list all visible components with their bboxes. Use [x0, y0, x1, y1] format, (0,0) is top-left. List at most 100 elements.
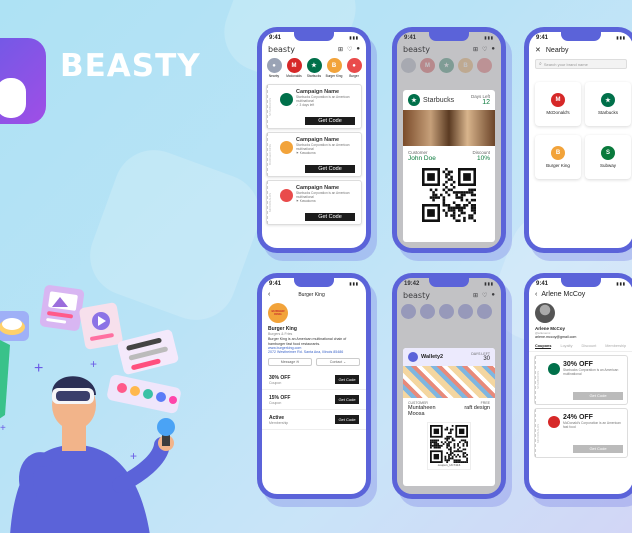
- status-time: 9:41: [269, 35, 282, 41]
- campaign-side-label: BURGER KING: [267, 133, 277, 176]
- phone-home: 9:41 ▮▮▮ beasty ⊞ ♡ ● ● Nearby M Mcdonalds ★ Sta…: [257, 27, 371, 253]
- coffee-image: [403, 110, 495, 146]
- svg-text:+: +: [0, 423, 6, 434]
- video-card-icon: [79, 302, 123, 350]
- brand-label: Mcdonalds: [286, 74, 302, 78]
- brand-logo-icon: ★: [306, 58, 322, 73]
- days-value: 12: [482, 99, 490, 106]
- brand-label: Starbucks: [306, 74, 322, 78]
- back-icon[interactable]: ‹: [268, 291, 270, 298]
- profile-tab[interactable]: Discount: [581, 344, 596, 349]
- phone-coupon-starbucks: 9:41 ▮▮▮ beasty ⊞ ♡ ● M ★ B ★ Starbucks Days L…: [392, 27, 506, 253]
- qr-code: [422, 168, 476, 222]
- qr-code: [430, 425, 468, 463]
- close-icon[interactable]: ✕: [535, 46, 541, 54]
- brand-logo: [0, 38, 46, 124]
- brand-item[interactable]: ★ Starbucks: [306, 58, 322, 78]
- campaign-side-label: STARBUCKS: [267, 85, 277, 128]
- brand-item[interactable]: ● Nearby: [266, 58, 282, 78]
- wallet-title: Wallety2: [421, 354, 444, 360]
- profile-tabs: Coupons Loyalty Discount Membership: [529, 339, 632, 352]
- profile-tab[interactable]: Coupons: [535, 344, 552, 349]
- get-code-button[interactable]: Get Code: [305, 165, 355, 173]
- tile-label: McDonald's: [546, 110, 570, 115]
- svg-text:+: +: [90, 357, 97, 371]
- brand-item[interactable]: B Burger King: [326, 58, 342, 78]
- search-icon: ⌕: [539, 61, 542, 67]
- heart-icon[interactable]: ♡: [347, 46, 352, 53]
- coupon-card[interactable]: MCDONALDS 24% OFF McDonald's Corporation i…: [534, 408, 628, 458]
- brand-logo-icon: B: [551, 146, 565, 160]
- cloud-card-icon: [0, 311, 29, 341]
- status-time: 9:41: [536, 281, 549, 287]
- campaign-logo-icon: [280, 189, 293, 202]
- nearby-brand-tile[interactable]: M McDonald's: [535, 82, 581, 126]
- page-title: Burger King: [298, 291, 325, 298]
- campaign-logo-icon: [280, 93, 293, 106]
- tile-label: Subway: [599, 163, 616, 168]
- coupon-side-label: MCDONALDS: [535, 409, 545, 457]
- coupon-logo-icon: [548, 416, 560, 428]
- field-value: raft design: [464, 405, 490, 411]
- get-code-button[interactable]: Get Code: [335, 375, 359, 384]
- tile-label: Burger King: [546, 163, 570, 168]
- offer-row: 30% OFF Coupon Get Code: [262, 370, 366, 390]
- get-code-button[interactable]: Get Code: [305, 117, 355, 125]
- campaign-card[interactable]: STARBUCKS Campaign Name Starbucks Corporat…: [266, 84, 362, 129]
- nearby-brand-tile[interactable]: ★ Starbucks: [585, 82, 631, 126]
- phone-wallet: 19:42 ▮▮▮ beasty ⊞ ♡ ● Wallety2 DAYS LEFT 30…: [392, 273, 506, 499]
- offer-title: 30% OFF: [269, 374, 291, 381]
- nearby-brand-tile[interactable]: S Subway: [585, 135, 631, 179]
- campaign-meta: ⚑ Kawakuma: [296, 151, 316, 155]
- coupon-card[interactable]: STARBUCKS 30% OFF Starbucks Corporation is…: [534, 355, 628, 405]
- get-code-button[interactable]: Get Code: [573, 392, 623, 400]
- search-placeholder: Search your brand name: [543, 61, 588, 67]
- brand-label: Nearby: [268, 74, 280, 78]
- brand-logo-icon: B: [326, 58, 342, 73]
- page-title: Nearby: [545, 46, 569, 54]
- offer-row: Active Membership Get Code: [262, 410, 366, 430]
- campaign-card[interactable]: BURGER KING Campaign Name Starbucks Corpor…: [266, 132, 362, 177]
- app-title: beasty: [268, 44, 295, 54]
- brand-label: Burger King: [325, 74, 343, 78]
- campaign-side-label: MCDONALDS: [267, 181, 277, 224]
- phone-profile: 9:41 ▮▮▮ ‹ Arlene McCoy Arlene McCoy @arl…: [524, 273, 632, 499]
- avatar: [535, 303, 555, 323]
- coupon-logo-icon: [548, 363, 560, 375]
- offer-sub: Coupon: [269, 400, 282, 405]
- back-icon[interactable]: ‹: [535, 291, 537, 298]
- brand-logo-icon: S: [601, 146, 615, 160]
- list-card-icon: [117, 329, 179, 375]
- brand-item[interactable]: ● Burger: [346, 58, 362, 78]
- status-time: 9:41: [536, 35, 549, 41]
- dots-card-icon: [107, 374, 181, 414]
- get-code-button[interactable]: Get Code: [335, 415, 359, 424]
- brand-item[interactable]: M Mcdonalds: [286, 58, 302, 78]
- campaign-desc: Starbucks Corporation is an American mul…: [296, 95, 350, 103]
- campaign-card[interactable]: MCDONALDS Campaign Name Starbucks Corporat…: [266, 180, 362, 225]
- status-time: 9:41: [269, 281, 282, 287]
- avatar-icon[interactable]: ●: [356, 46, 360, 53]
- contact-button[interactable]: Contact ⌄: [316, 358, 360, 366]
- coupon-desc: Starbucks Corporation is an American mul…: [563, 368, 619, 376]
- get-code-button[interactable]: Get Code: [305, 213, 355, 221]
- campaign-logo-icon: [280, 141, 293, 154]
- offer-title: 15% OFF: [269, 394, 291, 401]
- message-button[interactable]: Message ✉: [268, 358, 312, 366]
- brand-description: Burger King is an American multinational…: [268, 337, 347, 346]
- discount-value: 10%: [476, 155, 490, 162]
- get-code-button[interactable]: Get Code: [335, 395, 359, 404]
- campaign-meta: ⚑ Kawakuma: [296, 199, 316, 203]
- campaign-desc: Starbucks Corporation is an American mul…: [296, 143, 350, 151]
- profile-tab[interactable]: Membership: [605, 344, 626, 349]
- add-icon[interactable]: ⊞: [338, 46, 343, 53]
- phone-nearby: 9:41 ▮▮▮ ✕ Nearby ⌕ Search your brand nam…: [524, 27, 632, 253]
- nearby-brand-tile[interactable]: B Burger King: [535, 135, 581, 179]
- customer-value: Muntaheen Moosa: [408, 405, 436, 417]
- get-code-button[interactable]: Get Code: [573, 445, 623, 453]
- profile-tab[interactable]: Loyalty: [560, 344, 572, 349]
- coupon-code: coupon_UC7416: [437, 463, 461, 467]
- search-input[interactable]: ⌕ Search your brand name: [535, 59, 627, 69]
- wallet-logo-icon: [408, 352, 418, 362]
- days-value: 30: [483, 356, 490, 362]
